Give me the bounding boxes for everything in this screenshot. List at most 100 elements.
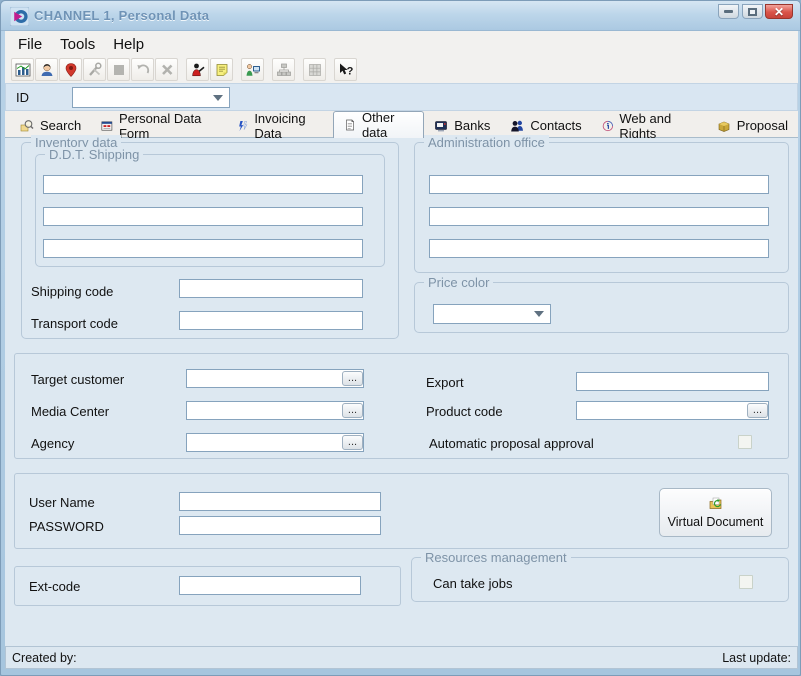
id-panel: ID [5,83,798,111]
automatic-proposal-approval-label: Automatic proposal approval [429,434,594,453]
location-button[interactable] [59,58,82,81]
close-button[interactable]: ✕ [765,4,793,19]
user-name-label: User Name [29,493,95,512]
id-combobox[interactable] [72,87,230,108]
contacts-icon [510,119,524,133]
tab-invoicing-data[interactable]: Invoicing Data [227,114,334,137]
product-code-input[interactable] [576,401,769,420]
app-window: CHANNEL 1, Personal Data ✕ File Tools He… [0,0,801,676]
location-pin-icon [63,62,79,78]
person-icon [39,62,55,78]
app-logo-icon [10,7,29,26]
export-label: Export [426,373,464,392]
menu-tools[interactable]: Tools [51,34,104,55]
tab-label: Search [40,118,81,133]
tab-label: Proposal [737,118,788,133]
can-take-jobs-checkbox[interactable] [739,575,753,589]
target-customer-label: Target customer [31,370,124,389]
grid-icon [307,62,323,78]
minimize-button[interactable] [718,4,739,19]
agency-browse-button[interactable]: ... [342,435,363,450]
admin-office-line2-input[interactable] [429,207,769,226]
group-label: Price color [424,275,493,290]
ddt-shipping-line1-input[interactable] [43,175,363,194]
stop-icon [111,62,127,78]
agency-input[interactable] [186,433,364,452]
product-code-label: Product code [426,402,503,421]
tab-web-and-rights[interactable]: Web and Rights [592,114,707,137]
note-button[interactable] [210,58,233,81]
undo-icon [135,62,151,78]
tools-button[interactable] [83,58,106,81]
svg-text:?: ? [346,65,353,77]
media-center-label: Media Center [31,402,109,421]
admin-office-line3-input[interactable] [429,239,769,258]
admin-office-line1-input[interactable] [429,175,769,194]
automatic-proposal-approval-checkbox[interactable] [738,435,752,449]
tab-personal-data-form[interactable]: Personal Data Form [91,114,226,137]
target-customer-input[interactable] [186,369,364,388]
tab-banks[interactable]: Banks [424,114,500,137]
agency-label: Agency [31,434,74,453]
shipping-code-input[interactable] [179,279,363,298]
window-title: CHANNEL 1, Personal Data [34,8,209,23]
close-icon: ✕ [774,6,784,18]
delete-button[interactable] [155,58,178,81]
maximize-button[interactable] [742,4,763,19]
ext-code-input[interactable] [179,576,361,595]
grid-button[interactable] [303,58,326,81]
toolbar-separator [327,58,334,81]
user-red-icon [190,62,206,78]
document-icon [344,118,356,132]
user-name-input[interactable] [179,492,381,511]
workstation-button[interactable] [241,58,264,81]
statistics-button[interactable] [11,58,34,81]
search-icon [20,119,34,133]
tab-contacts[interactable]: Contacts [500,114,591,137]
virtual-document-label: Virtual Document [668,515,764,529]
title-bar: CHANNEL 1, Personal Data ✕ [1,1,801,31]
status-last-update: Last update: [722,651,791,665]
tab-search[interactable]: Search [10,114,91,137]
help-pointer-icon: ? [338,62,354,78]
org-chart-button[interactable] [272,58,295,81]
note-icon [214,62,230,78]
export-input[interactable] [576,372,769,391]
virtual-document-button[interactable]: Virtual Document [659,488,772,537]
tools-icon [87,62,103,78]
tab-proposal[interactable]: Proposal [707,114,798,137]
virtual-document-icon [708,496,724,512]
context-help-button[interactable]: ? [334,58,357,81]
product-code-browse-button[interactable]: ... [747,403,768,418]
tab-label: Banks [454,118,490,133]
media-center-input[interactable] [186,401,364,420]
workstation-icon [245,62,261,78]
person-button[interactable] [35,58,58,81]
id-label: ID [16,90,29,105]
chevron-down-icon [534,311,544,317]
form-icon [101,119,113,133]
delete-x-icon [159,62,175,78]
tab-other-data[interactable]: Other data [333,111,424,138]
ddt-shipping-line3-input[interactable] [43,239,363,258]
org-chart-icon [276,62,292,78]
menu-bar: File Tools Help [5,32,798,56]
media-center-browse-button[interactable]: ... [342,403,363,418]
user-red-button[interactable] [186,58,209,81]
ddt-shipping-line2-input[interactable] [43,207,363,226]
menu-file[interactable]: File [9,34,51,55]
target-customer-browse-button[interactable]: ... [342,371,363,386]
tab-strip: Search Personal Data Form Invoicing Data [5,111,798,138]
undo-button[interactable] [131,58,154,81]
status-created-by: Created by: [12,651,77,665]
stop-button[interactable] [107,58,130,81]
transport-code-label: Transport code [31,314,118,333]
tab-label: Contacts [530,118,581,133]
transport-code-input[interactable] [179,311,363,330]
price-color-combobox[interactable] [433,304,551,324]
statistics-icon [15,62,31,78]
menu-help[interactable]: Help [104,34,153,55]
password-label: PASSWORD [29,517,104,536]
password-input[interactable] [179,516,381,535]
status-bar: Created by: Last update: [5,646,798,669]
